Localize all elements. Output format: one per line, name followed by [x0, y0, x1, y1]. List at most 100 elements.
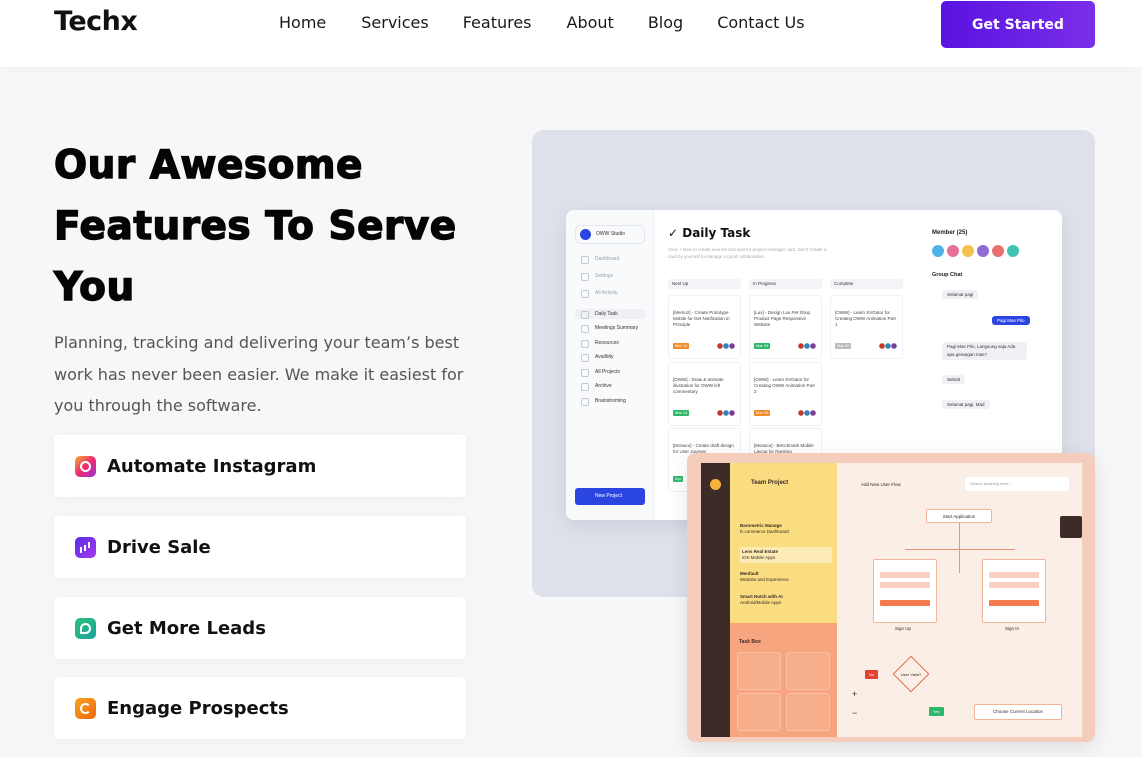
title-line-1: Our Awesome [53, 142, 363, 188]
signup-frame [873, 559, 937, 623]
frame-field [880, 572, 930, 578]
leads-icon [75, 617, 96, 639]
sidebar-item: Archive [575, 381, 612, 391]
signin-frame [982, 559, 1046, 623]
feature-label: Drive Sale [107, 536, 211, 558]
feature-drive-sale[interactable]: Drive Sale [54, 516, 466, 578]
date-tag: Mar 24 [673, 343, 690, 349]
task-card-text: [OWW] - Learn SVGator for Creating OWW A… [754, 377, 815, 394]
avatar [962, 245, 974, 257]
flow-connector [905, 549, 1015, 550]
feature-label: Engage Prospects [107, 697, 289, 719]
chat-bubble: Selamat pagi [942, 290, 979, 299]
date-tag: Mar 28 [754, 410, 771, 416]
sidebar-item: Brainstroming [575, 396, 626, 406]
group-chat-title: Group Chat [932, 272, 963, 278]
project-name: Menfault [740, 571, 759, 576]
flow-node-signin: Sign In [1005, 626, 1020, 631]
task-card: [OWW] - Learn SVGator for Creating OWW A… [749, 362, 822, 426]
refresh-icon [75, 697, 96, 719]
zoom-in-button: + [852, 689, 858, 699]
task-card: [Lux] - Design Lux Pet Shop Product Page… [749, 295, 822, 359]
sidebar-item: Resources [575, 338, 619, 348]
brand-logo[interactable]: Techx [54, 6, 138, 37]
task-card-text: [Lux] - Design Lux Pet Shop Product Page… [754, 310, 811, 327]
column-header: In Progress [749, 279, 822, 289]
frame-button [880, 600, 930, 606]
project-sub: Android/Mobile Apps [740, 600, 782, 605]
chat-bubble: Sebutt [942, 375, 966, 384]
task-tile [786, 652, 830, 690]
nav-about[interactable]: About [567, 13, 614, 32]
get-started-button[interactable]: Get Started [941, 1, 1095, 48]
sidebar-item: Daily Task [575, 309, 645, 319]
task-card: [OWW] - Learn SVGator for Creating OWW A… [830, 295, 903, 359]
nav-features[interactable]: Features [463, 13, 532, 32]
frame-field [880, 582, 930, 588]
task-tile [737, 652, 781, 690]
top-navbar: Techx Home Services Features About Blog … [0, 0, 1142, 67]
app-title: ✓ Daily Task [668, 226, 751, 240]
project-item: Barometric Manage E-commerce Dashboard [740, 523, 832, 535]
project-name: Barometric Manage [740, 523, 782, 528]
main-nav: Home Services Features About Blog Contac… [279, 13, 805, 32]
frame-button [989, 600, 1039, 606]
date-tag: Apr [673, 476, 684, 482]
project-name: Lens Real Estate [742, 549, 779, 554]
date-tag: Mar 24 [673, 410, 690, 416]
avatar [977, 245, 989, 257]
avatar [932, 245, 944, 257]
feature-automate-instagram[interactable]: Automate Instagram [54, 435, 466, 497]
column-header: Next Up [668, 279, 741, 289]
section-description: Planning, tracking and delivering your t… [54, 333, 464, 415]
avatar-group [717, 410, 735, 416]
chat-bubble: Pagi Mas Pilo, Langsung saja Ada apa ger… [942, 342, 1027, 360]
member-avatars [932, 244, 1047, 258]
feature-engage-prospects[interactable]: Engage Prospects [54, 677, 466, 739]
task-card-text: [OWW] - Learn SVGator for Creating OWW A… [835, 310, 896, 327]
sun-icon [710, 479, 721, 490]
avatar [992, 245, 1004, 257]
project-item: Menfault Website and Experience [740, 571, 832, 583]
section-title: Our Awesome Features To Serve You [53, 135, 474, 318]
layout-icon [1060, 516, 1082, 538]
task-box-title: Task Box [739, 639, 761, 645]
frame-field [989, 572, 1039, 578]
instagram-icon [75, 455, 96, 477]
team-project-title: Team Project [751, 480, 789, 486]
app-title-text: Daily Task [682, 226, 751, 240]
avatar-group [879, 343, 897, 349]
workspace-selector: OWW Studio [575, 225, 645, 244]
date-tag: Mar 24 [754, 343, 771, 349]
app-rail [701, 463, 730, 737]
flow-node-signup: Sign Up [895, 626, 912, 631]
sidebar-item: All Activity [575, 288, 618, 298]
sidebar-item: Availbity [575, 352, 614, 362]
nav-contact[interactable]: Contact Us [717, 13, 804, 32]
avatar-group [798, 410, 816, 416]
nav-services[interactable]: Services [361, 13, 428, 32]
avatar [1007, 245, 1019, 257]
task-tile [737, 693, 781, 731]
avatar-group [798, 343, 816, 349]
flow-node-start: Start Application [926, 509, 992, 523]
chart-icon [75, 536, 96, 558]
nav-home[interactable]: Home [279, 13, 326, 32]
zoom-out-button: − [852, 708, 858, 718]
chat-bubble: Pagi Mas Pilo [992, 316, 1030, 325]
yes-label: Yes [929, 707, 944, 716]
task-card-text: [OWW] - Draw & animate illustration for … [673, 377, 724, 394]
member-title: Member (25) [932, 230, 968, 236]
project-sub: E-commerce Dashboard [740, 529, 789, 534]
flow-node-decision: User Valid? [900, 672, 922, 677]
feature-get-more-leads[interactable]: Get More Leads [54, 597, 466, 659]
sidebar-item: Settings [575, 271, 613, 281]
flow-search-input: Search anything here... [965, 477, 1069, 491]
feature-label: Get More Leads [107, 617, 266, 639]
feature-label: Automate Instagram [107, 455, 317, 477]
project-item: Smart Hutch with AI Android/Mobile Apps [740, 594, 832, 606]
nav-blog[interactable]: Blog [648, 13, 683, 32]
app-sidebar: OWW Studio Dashboard Settings All Activi… [566, 210, 654, 520]
no-label: No [865, 670, 879, 679]
app-subtitle: Click + New to create new list and wait … [668, 247, 827, 259]
